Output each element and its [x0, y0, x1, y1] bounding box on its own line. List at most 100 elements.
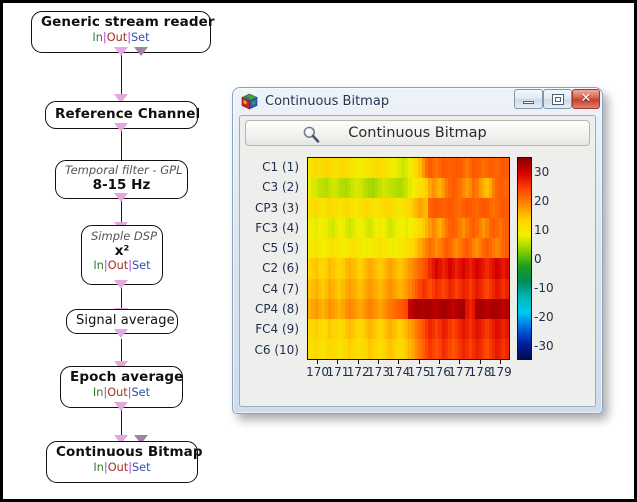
y-axis-label: C4 (7)	[262, 281, 299, 296]
heatmap-row	[308, 158, 509, 179]
heatmap-plot: C1 (1) C3 (2) CP3 (3) FC3 (4) C5 (5) C2 (6) C4…	[245, 150, 590, 402]
x-axis-label: 178	[468, 365, 492, 379]
heatmap-cell	[505, 318, 509, 339]
y-axis-labels: C1 (1) C3 (2) CP3 (3) FC3 (4) C5 (5) C2 (6) C4…	[245, 157, 303, 360]
y-axis-label: FC4 (9)	[255, 322, 299, 337]
continuous-bitmap-window[interactable]: Continuous Bitmap ✕ Continuous Bitmap C1…	[232, 87, 603, 414]
heatmap-row	[308, 238, 509, 259]
x-axis-label: 171	[326, 365, 350, 379]
y-axis-label: C3 (2)	[262, 180, 299, 195]
colorbar-tick-label: 20	[534, 193, 550, 208]
y-axis-label: CP3 (3)	[254, 200, 299, 215]
heatmap-cell	[505, 298, 509, 319]
y-axis-label: C6 (10)	[254, 342, 299, 357]
heatmap-cell	[505, 218, 509, 239]
node-ports: In|Out|Set	[56, 461, 188, 474]
x-axis-label: 170	[306, 365, 330, 379]
port-set-label[interactable]: Set	[132, 386, 151, 399]
heatmap-cell	[505, 178, 509, 199]
x-axis-label: 174	[387, 365, 411, 379]
colorbar	[517, 157, 532, 360]
x-axis-label: 172	[346, 365, 370, 379]
colorbar-tick-label: 30	[534, 164, 550, 179]
port-out-label[interactable]: Out	[108, 461, 128, 474]
plot-title: Continuous Bitmap	[348, 125, 487, 141]
port-in-label[interactable]: In	[93, 461, 104, 474]
colorbar-tick-label: -30	[534, 338, 554, 353]
port-in-label[interactable]: In	[93, 259, 104, 272]
heatmap-row	[308, 318, 509, 339]
x-axis-label: 176	[427, 365, 451, 379]
flow-link	[121, 52, 123, 97]
port-set-label[interactable]: Set	[132, 259, 151, 272]
port-out-label[interactable]: Out	[107, 386, 127, 399]
node-title: Epoch average	[70, 369, 184, 385]
port-out-label[interactable]: Out	[108, 259, 128, 272]
maximize-icon	[552, 94, 564, 105]
y-axis-label: CP4 (8)	[254, 302, 299, 317]
node-title: Generic stream reader	[41, 14, 215, 30]
node-subtitle: Simple DSP	[91, 229, 158, 243]
y-axis-label: C2 (6)	[262, 261, 299, 276]
x-axis-labels: 170 171 172 173 174 175 176 177 178 179	[306, 360, 512, 382]
node-title: Reference Channel	[55, 106, 201, 122]
heatmap-cell	[505, 278, 509, 299]
window-title-bar[interactable]: Continuous Bitmap ✕	[233, 88, 602, 115]
heatmap-row	[308, 278, 509, 299]
port-out-label[interactable]: Out	[107, 31, 127, 44]
processing-flow-graph: Generic stream reader In|Out|Set Referen…	[3, 3, 253, 499]
x-axis-label: 173	[367, 365, 390, 379]
heatmap-grid[interactable]	[307, 157, 510, 360]
plot-toolbar[interactable]: Continuous Bitmap	[245, 120, 590, 146]
heatmap-row	[308, 338, 509, 359]
flow-node-continuous-bitmap[interactable]: Continuous Bitmap In|Out|Set	[46, 441, 203, 483]
colorbar-tick-label: 0	[534, 251, 542, 266]
heatmap-row	[308, 258, 509, 279]
close-icon: ✕	[580, 91, 592, 106]
heatmap-cell	[505, 238, 509, 259]
flow-node-simple-dsp[interactable]: Simple DSP x² In|Out|Set	[81, 225, 163, 285]
minimize-icon	[523, 101, 534, 104]
app-canvas: Generic stream reader In|Out|Set Referen…	[0, 0, 637, 502]
node-subtitle: Temporal filter - GPL	[65, 163, 183, 177]
heatmap-row	[308, 218, 509, 239]
node-ports: In|Out|Set	[41, 31, 201, 44]
heatmap-cell	[505, 338, 509, 359]
x-axis-label: 177	[448, 365, 472, 379]
y-axis-label: FC3 (4)	[255, 220, 299, 235]
connector-arrow	[134, 47, 148, 56]
node-value: 8-15 Hz	[92, 177, 151, 193]
connector-arrow	[114, 280, 128, 289]
node-title: Signal average	[76, 313, 175, 328]
x-axis-label: 179	[488, 365, 512, 379]
maximize-button[interactable]	[543, 89, 572, 109]
heatmap-row	[308, 298, 509, 319]
heatmap-cell	[505, 258, 509, 279]
heatmap-cell	[505, 158, 509, 179]
node-ports: In|Out|Set	[91, 259, 153, 272]
colorbar-tick-label: -10	[534, 280, 554, 295]
window-title: Continuous Bitmap	[265, 94, 390, 109]
port-set-label[interactable]: Set	[132, 461, 151, 474]
heatmap-cell	[505, 198, 509, 219]
heatmap-row	[308, 178, 509, 199]
colorbar-tick-label: 10	[534, 222, 550, 237]
close-button[interactable]: ✕	[572, 89, 600, 109]
port-in-label[interactable]: In	[92, 31, 103, 44]
node-ports: In|Out|Set	[70, 386, 173, 399]
minimize-button[interactable]	[514, 89, 543, 109]
connector-arrow	[114, 123, 128, 132]
node-title: Continuous Bitmap	[56, 444, 203, 460]
port-in-label[interactable]: In	[93, 386, 104, 399]
connector-arrow	[114, 193, 128, 202]
x-axis-label: 175	[407, 365, 431, 379]
connector-arrow	[114, 47, 128, 56]
connector-arrow	[114, 402, 128, 411]
connector-arrow	[114, 329, 128, 338]
y-axis-label: C5 (5)	[262, 241, 299, 256]
node-value: x²	[114, 243, 130, 259]
window-client-area: Continuous Bitmap C1 (1) C3 (2) CP3 (3) FC3…	[239, 115, 596, 407]
heatmap-row	[308, 198, 509, 219]
y-axis-label: C1 (1)	[262, 160, 299, 174]
port-set-label[interactable]: Set	[131, 31, 150, 44]
